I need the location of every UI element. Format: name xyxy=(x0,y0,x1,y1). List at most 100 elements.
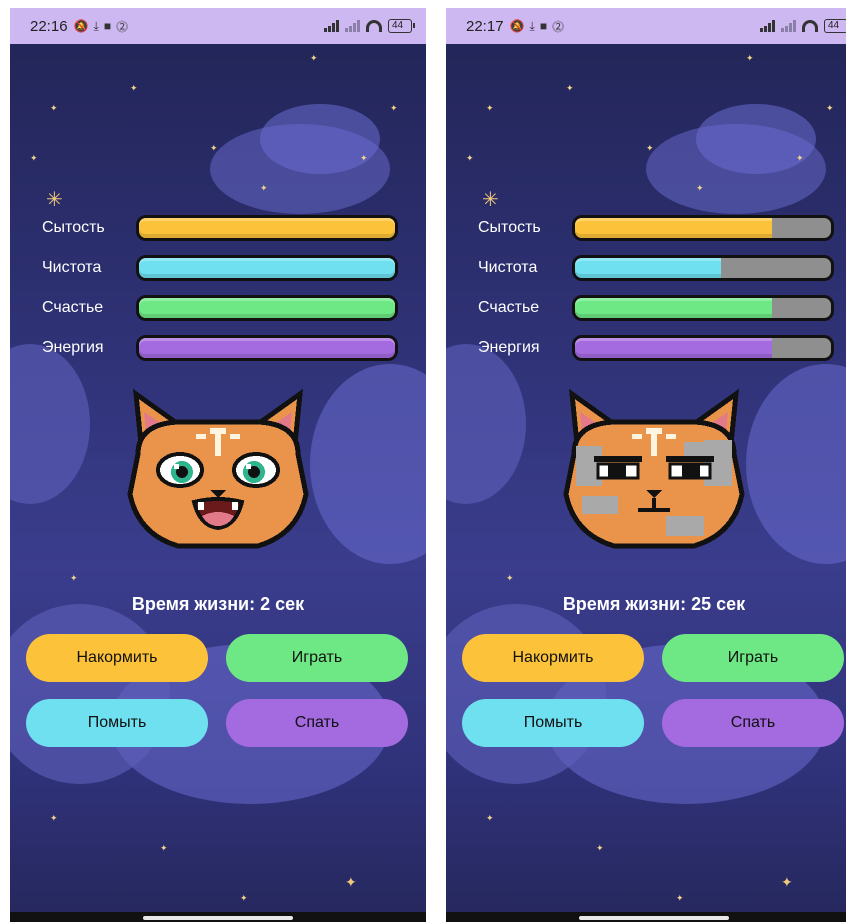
mute-icon: 🔕 xyxy=(509,19,525,33)
star-icon: ✳ xyxy=(46,189,63,211)
stat-label: Чистота xyxy=(478,259,538,276)
stat-row-energy: Энергия xyxy=(478,334,838,362)
star-icon: ✦ xyxy=(796,153,804,163)
stat-fill xyxy=(139,298,395,318)
star-icon: ✦ xyxy=(506,573,514,583)
stat-fill xyxy=(139,258,395,278)
wash-button[interactable]: Помыть xyxy=(26,699,208,747)
stat-row-satiety: Сытость xyxy=(478,214,838,242)
star-icon: ✦ xyxy=(596,843,604,853)
stat-row-happiness: Счастье xyxy=(42,294,402,322)
video-icon: ■ xyxy=(539,19,548,33)
stat-bar-cleanliness xyxy=(572,255,834,281)
star-icon: ✦ xyxy=(826,103,834,113)
signal-icon xyxy=(781,20,796,32)
cloud xyxy=(310,364,426,564)
star-icon: ✦ xyxy=(130,83,138,93)
shield-icon: ⓶ xyxy=(552,19,565,34)
wash-button[interactable]: Помыть xyxy=(462,699,644,747)
stat-bar-energy xyxy=(136,335,398,361)
star-icon: ✦ xyxy=(50,813,58,823)
star-icon: ✦ xyxy=(50,103,58,113)
star-icon: ✦ xyxy=(260,183,268,193)
phone-screen-right: 22:17 🔕 ⤓ ■ ⓶ 44 ✦ ✦ ✦ ✦ ✦ ✦ ✦ ✳ ✦ ✦ ✦ ✦… xyxy=(446,8,846,922)
video-icon: ■ xyxy=(103,19,112,33)
download-icon: ⤓ xyxy=(93,18,99,33)
star-icon: ✳ xyxy=(482,189,499,211)
stat-fill xyxy=(575,258,721,278)
navigation-bar xyxy=(10,912,426,922)
home-gesture-handle[interactable] xyxy=(143,916,293,920)
stat-label: Энергия xyxy=(478,339,540,356)
phone-screen-left: 22:16 🔕 ⤓ ■ ⓶ 44 ✦ ✦ ✦ ✦ ✦ ✦ ✦ ✳ ✦ ✦ ✦ ✦… xyxy=(10,8,426,922)
signal-icon xyxy=(760,20,775,32)
battery-icon: 44 xyxy=(388,19,415,33)
download-icon: ⤓ xyxy=(529,18,535,33)
sleep-button[interactable]: Спать xyxy=(226,699,408,747)
stat-row-energy: Энергия xyxy=(42,334,402,362)
star-icon: ✦ xyxy=(390,103,398,113)
status-time: 22:17 xyxy=(466,17,504,35)
signal-icon xyxy=(345,20,360,32)
stat-label: Энергия xyxy=(42,339,104,356)
navigation-bar xyxy=(446,912,846,922)
status-bar: 22:17 🔕 ⤓ ■ ⓶ 44 xyxy=(446,8,846,44)
stat-bar-satiety xyxy=(136,215,398,241)
lifetime-label: Время жизни: 2 сек xyxy=(131,594,305,614)
cloud xyxy=(260,104,380,174)
lifetime-label: Время жизни: 25 сек xyxy=(562,594,746,614)
star-icon: ✦ xyxy=(746,53,754,63)
stat-label: Счастье xyxy=(42,299,104,316)
star-icon: ✦ xyxy=(70,573,78,583)
stat-label: Сытость xyxy=(478,219,541,236)
sleep-button[interactable]: Спать xyxy=(662,699,844,747)
feed-button[interactable]: Накормить xyxy=(26,634,208,682)
star-icon: ✦ xyxy=(30,153,38,163)
game-background: ✦ ✦ ✦ ✦ ✦ ✦ ✦ ✳ ✦ ✦ ✦ ✦ ✦ ✦ ✦ Сытость Чи… xyxy=(446,44,846,912)
wifi-icon xyxy=(802,20,818,32)
status-time: 22:16 xyxy=(30,17,68,35)
play-button[interactable]: Играть xyxy=(662,634,844,682)
game-background: ✦ ✦ ✦ ✦ ✦ ✦ ✦ ✳ ✦ ✦ ✦ ✦ ✦ ✦ ✦ Сытость Чи… xyxy=(10,44,426,912)
star-icon: ✦ xyxy=(676,893,684,903)
star-icon: ✦ xyxy=(566,83,574,93)
stat-row-cleanliness: Чистота xyxy=(42,254,402,282)
stat-row-happiness: Счастье xyxy=(478,294,838,322)
cloud xyxy=(746,364,846,564)
star-icon: ✦ xyxy=(486,103,494,113)
screenshot-stage: 22:16 🔕 ⤓ ■ ⓶ 44 ✦ ✦ ✦ ✦ ✦ ✦ ✦ ✳ ✦ ✦ ✦ ✦… xyxy=(0,0,846,922)
star-icon: ✦ xyxy=(466,153,474,163)
stat-fill xyxy=(575,298,773,318)
home-gesture-handle[interactable] xyxy=(579,916,729,920)
star-icon: ✦ xyxy=(310,53,318,63)
stat-label: Счастье xyxy=(478,299,540,316)
stat-bar-satiety xyxy=(572,215,834,241)
battery-icon: 44 xyxy=(824,19,846,33)
stat-fill xyxy=(575,218,773,238)
stat-fill xyxy=(575,338,773,358)
signal-icon xyxy=(324,20,339,32)
stat-fill xyxy=(139,338,395,358)
play-button[interactable]: Играть xyxy=(226,634,408,682)
stat-fill xyxy=(139,218,395,238)
cat-face-icon xyxy=(563,388,745,549)
cat-face-icon xyxy=(127,388,309,549)
cloud xyxy=(446,344,526,504)
stat-label: Сытость xyxy=(42,219,105,236)
star-icon: ✦ xyxy=(360,153,368,163)
stat-bar-cleanliness xyxy=(136,255,398,281)
stat-bar-happiness xyxy=(572,295,834,321)
feed-button[interactable]: Накормить xyxy=(462,634,644,682)
stat-bar-happiness xyxy=(136,295,398,321)
star-icon: ✦ xyxy=(696,183,704,193)
stat-row-satiety: Сытость xyxy=(42,214,402,242)
star-icon: ✦ xyxy=(781,874,793,890)
mute-icon: 🔕 xyxy=(73,19,89,33)
star-icon: ✦ xyxy=(210,143,218,153)
star-icon: ✦ xyxy=(646,143,654,153)
cloud xyxy=(696,104,816,174)
star-icon: ✦ xyxy=(486,813,494,823)
star-icon: ✦ xyxy=(240,893,248,903)
stat-label: Чистота xyxy=(42,259,102,276)
status-bar: 22:16 🔕 ⤓ ■ ⓶ 44 xyxy=(10,8,426,44)
